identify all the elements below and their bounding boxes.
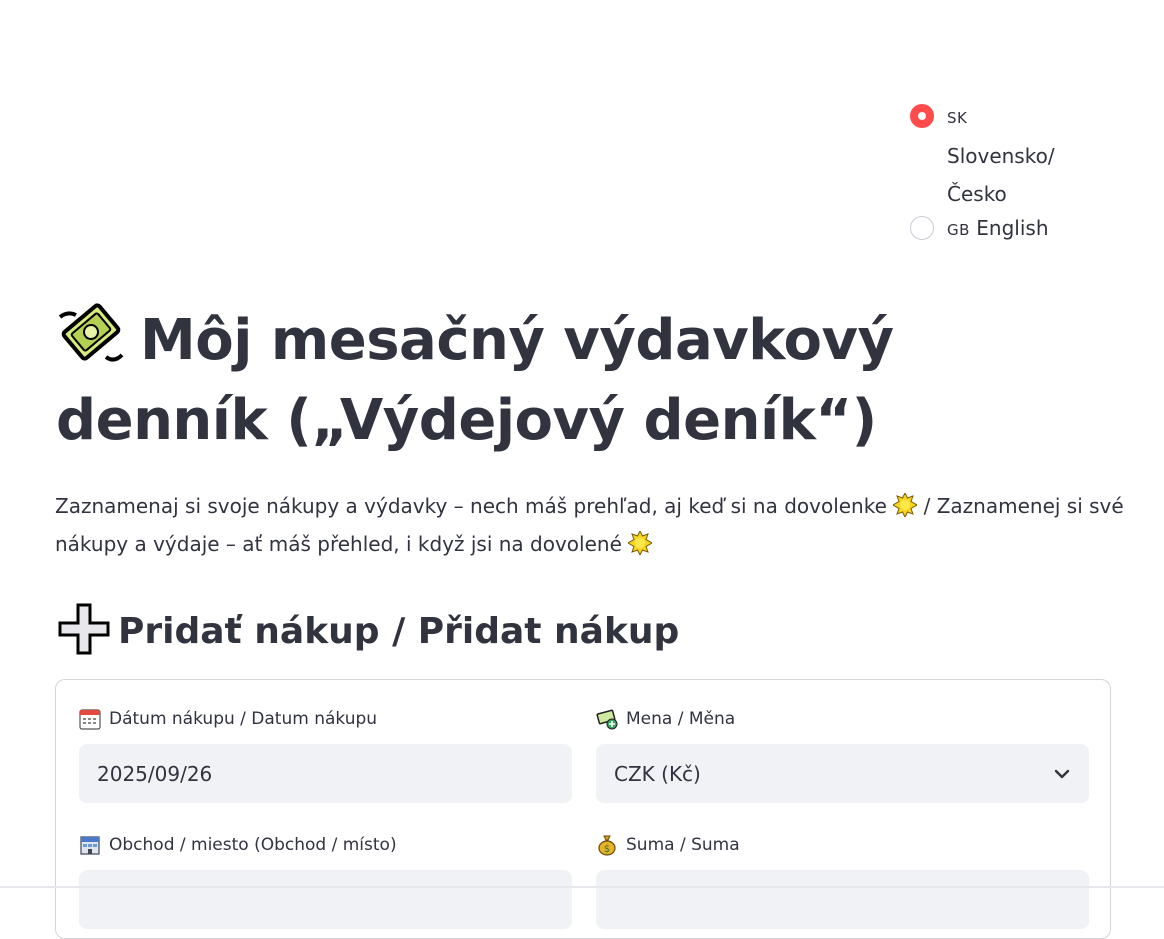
flag-gb-code: GB bbox=[947, 221, 970, 239]
page-title: Môj mesačný výdavkový denník („Výdejový … bbox=[56, 297, 1116, 461]
shop-field: Obchod / miesto (Obchod / místo) bbox=[79, 834, 572, 929]
calendar-icon bbox=[79, 709, 101, 730]
language-option-sk-label: Slovensko/ Česko bbox=[947, 144, 1055, 206]
intro-text: Zaznamenaj si svoje nákupy a výdavky – n… bbox=[55, 487, 1125, 563]
amount-field: $ Suma / Suma bbox=[596, 834, 1089, 929]
money-with-wings-icon bbox=[56, 297, 126, 367]
sun-icon bbox=[892, 491, 919, 519]
amount-input[interactable] bbox=[596, 870, 1089, 929]
section-title: Pridať nákup / Přidat nákup bbox=[58, 603, 679, 659]
section-title-text: Pridať nákup / Přidat nákup bbox=[118, 611, 680, 652]
currency-exchange-icon bbox=[596, 709, 618, 730]
shop-input[interactable] bbox=[79, 870, 572, 929]
flag-sk-code: SK bbox=[947, 109, 968, 127]
plus-icon bbox=[58, 603, 110, 655]
date-field: Dátum nákupu / Datum nákupu 2025/09/26 bbox=[79, 708, 572, 803]
language-option-en-label: English bbox=[976, 216, 1049, 240]
currency-field: Mena / Měna CZK (Kč) bbox=[596, 708, 1089, 803]
sun-icon bbox=[627, 529, 654, 557]
shop-label: Obchod / miesto (Obchod / místo) bbox=[109, 835, 397, 855]
language-option-en[interactable]: GB English bbox=[910, 216, 1070, 249]
viewport-bottom-divider bbox=[0, 886, 1164, 888]
add-purchase-form: Dátum nákupu / Datum nákupu 2025/09/26 M… bbox=[55, 679, 1111, 939]
date-input-value: 2025/09/26 bbox=[97, 761, 213, 786]
currency-select-value: CZK (Kč) bbox=[614, 761, 701, 786]
currency-label: Mena / Měna bbox=[626, 709, 736, 729]
svg-text:$: $ bbox=[604, 844, 610, 855]
money-bag-icon: $ bbox=[598, 835, 616, 856]
page-title-text: Môj mesačný výdavkový denník („Výdejový … bbox=[56, 308, 894, 453]
language-option-sk[interactable]: SK Slovensko/ Česko bbox=[910, 104, 1070, 213]
store-icon bbox=[80, 836, 100, 855]
radio-selected-indicator[interactable] bbox=[910, 104, 934, 128]
date-label: Dátum nákupu / Datum nákupu bbox=[109, 709, 378, 729]
currency-select[interactable]: CZK (Kč) bbox=[596, 744, 1089, 803]
chevron-down-icon[interactable] bbox=[1053, 765, 1071, 783]
date-input[interactable]: 2025/09/26 bbox=[79, 744, 572, 803]
radio-unselected-indicator[interactable] bbox=[910, 216, 934, 240]
intro-text-sk: Zaznamenaj si svoje nákupy a výdavky – n… bbox=[55, 494, 887, 518]
amount-label: Suma / Suma bbox=[626, 835, 740, 855]
language-radio-group: SK Slovensko/ Česko GB English bbox=[910, 104, 1070, 249]
